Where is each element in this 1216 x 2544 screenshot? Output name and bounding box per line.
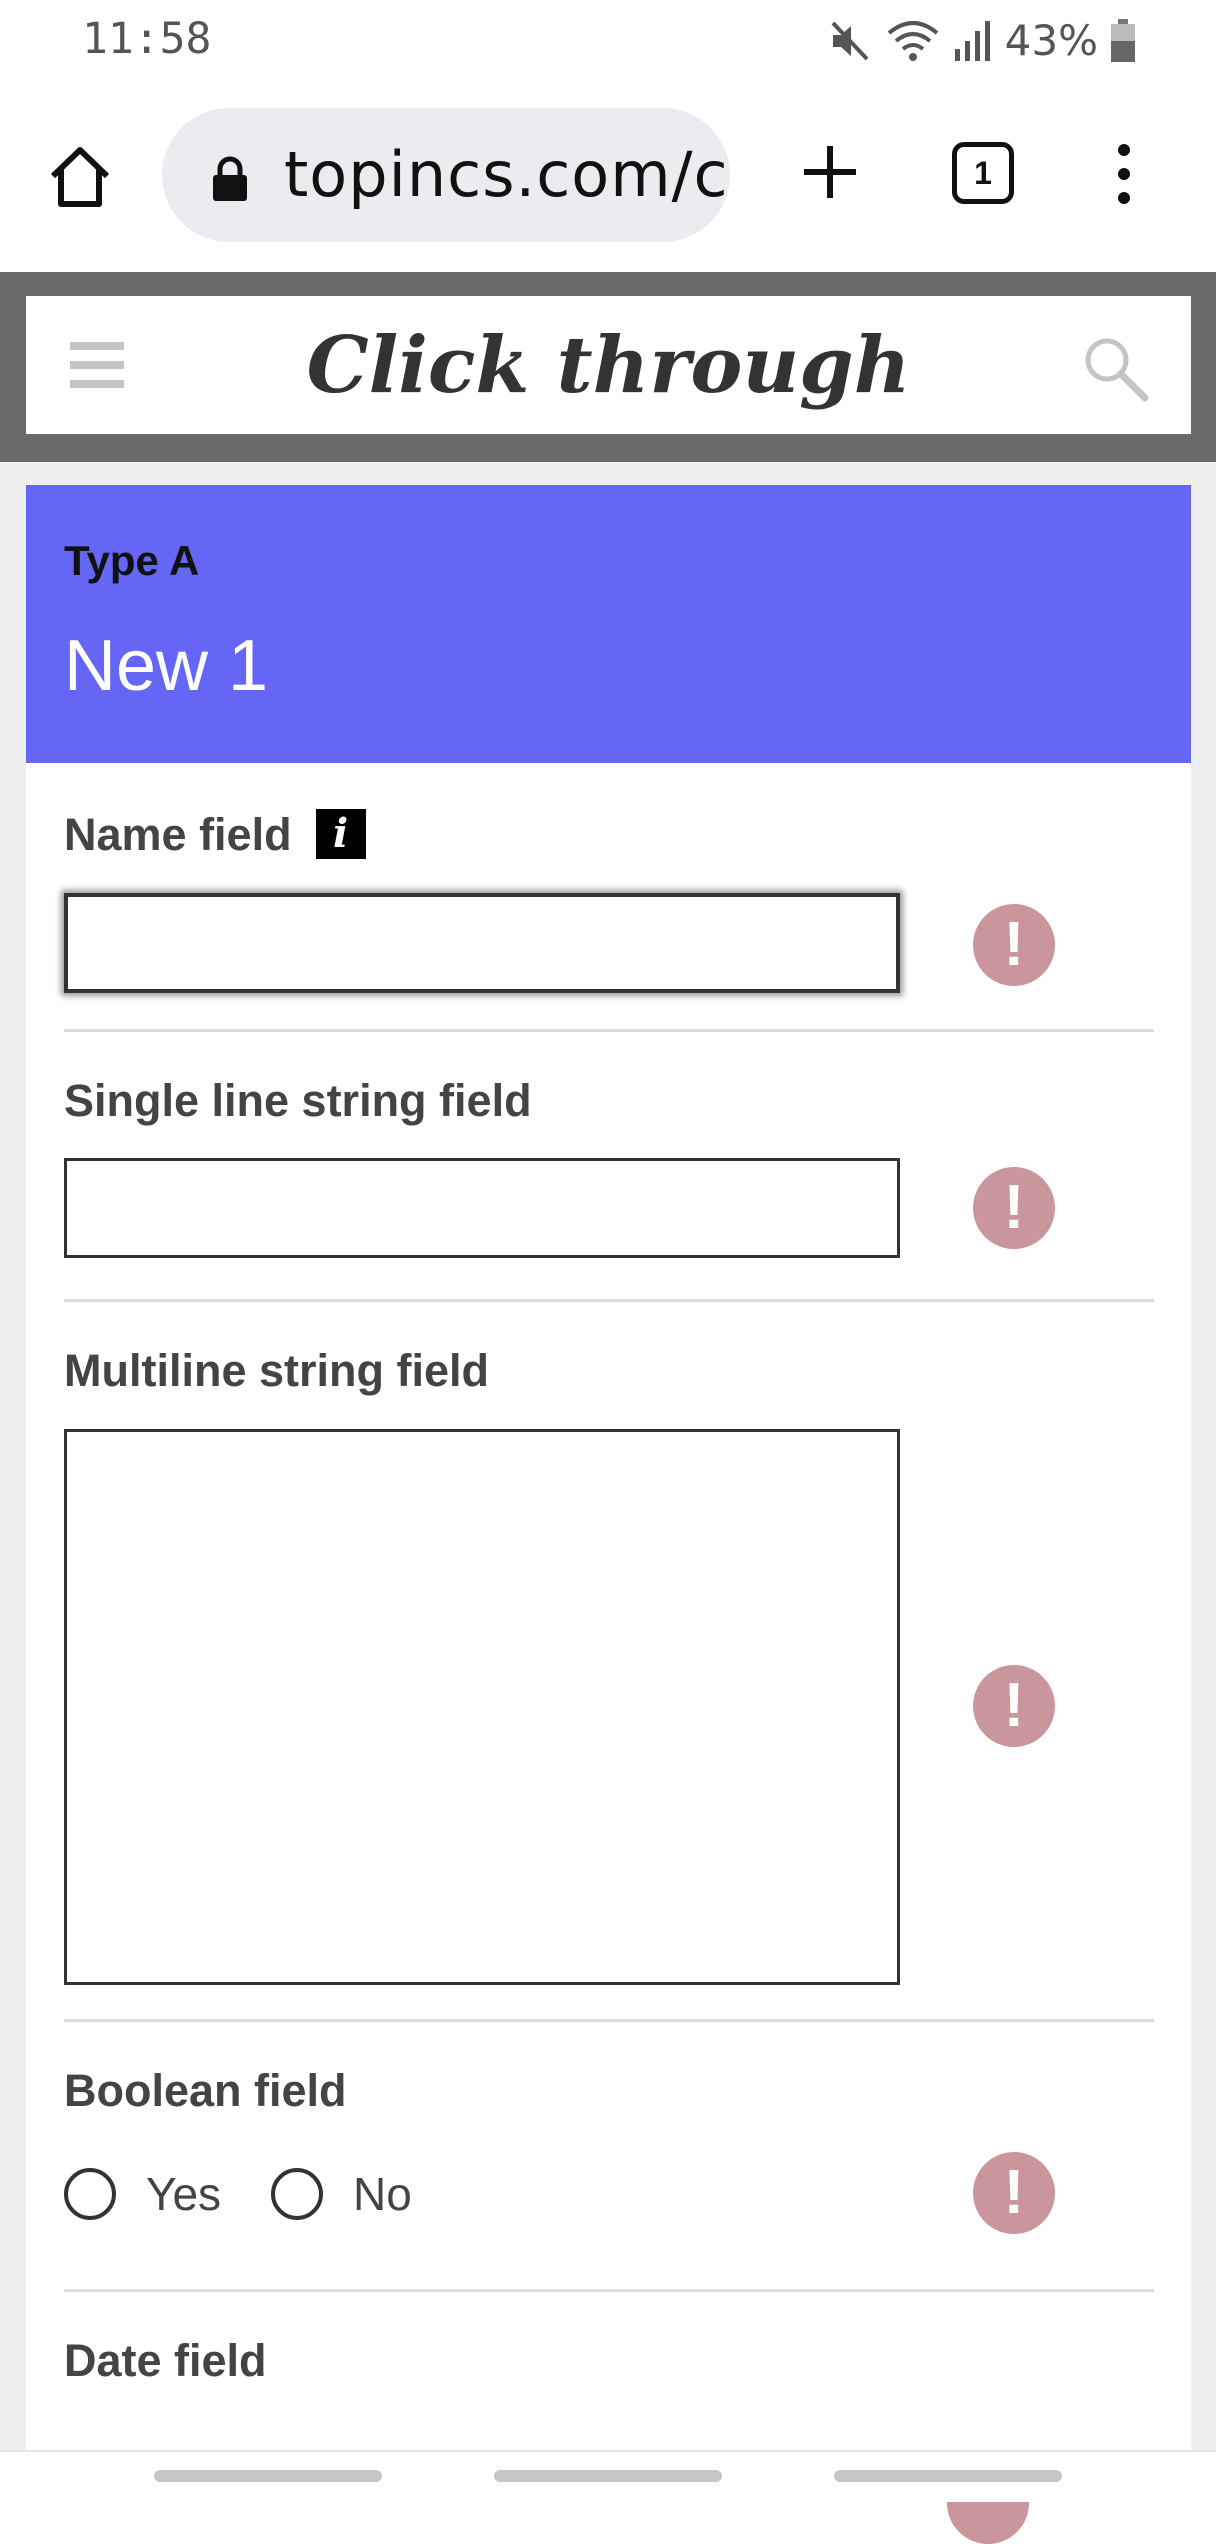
- multiline-field-row: Multiline string field !: [64, 1299, 1154, 2022]
- radio-no[interactable]: No: [271, 2167, 412, 2221]
- search-icon[interactable]: [1079, 332, 1151, 404]
- single-line-input[interactable]: [64, 1158, 900, 1258]
- app-header-frame: Click through: [0, 272, 1216, 462]
- warning-icon: !: [973, 904, 1055, 986]
- name-field-row: Name field i !: [64, 763, 1154, 1032]
- status-bar: 11:58 43%: [0, 0, 1216, 82]
- wifi-icon: [887, 20, 938, 61]
- multiline-textarea[interactable]: [64, 1429, 900, 1985]
- boolean-field-row: Boolean field Yes No !: [64, 2019, 1154, 2292]
- app-title: Click through: [306, 320, 911, 411]
- warning-icon: !: [973, 1665, 1055, 1747]
- more-vert-icon[interactable]: [1104, 142, 1144, 206]
- radio-yes[interactable]: Yes: [64, 2167, 221, 2221]
- gesture-navigation-bar: [0, 2450, 1216, 2502]
- gesture-recents[interactable]: [834, 2470, 1062, 2482]
- app-header: Click through: [26, 296, 1191, 434]
- url-text: topincs.com/c: [284, 138, 729, 211]
- card-type: Type A: [64, 537, 200, 584]
- single-line-field-row: Single line string field !: [64, 1029, 1154, 1302]
- single-line-field-label: Single line string field: [64, 1075, 532, 1126]
- date-field-label: Date field: [64, 2335, 267, 2386]
- form-card: Type A New 1 Name field i ! Single line s…: [26, 485, 1191, 2500]
- status-icons: 43%: [827, 16, 1136, 65]
- status-time: 11:58: [82, 14, 212, 64]
- multiline-field-label: Multiline string field: [64, 1345, 489, 1396]
- name-field-label: Name field i: [64, 809, 366, 863]
- plus-icon[interactable]: [798, 140, 862, 204]
- radio-circle-yes[interactable]: [64, 2168, 116, 2220]
- page: Click through Type A New 1 Name field i !…: [0, 272, 1216, 2544]
- card-header: Type A New 1: [26, 485, 1191, 763]
- radio-circle-no[interactable]: [271, 2168, 324, 2220]
- mute-icon: [831, 21, 869, 60]
- boolean-field-label: Boolean field: [64, 2065, 347, 2116]
- card-title: New 1: [64, 626, 269, 706]
- battery-icon: [1111, 18, 1135, 62]
- url-bar[interactable]: topincs.com/c: [162, 108, 730, 242]
- gesture-home[interactable]: [494, 2470, 722, 2482]
- signal-icon: [954, 20, 990, 61]
- radio-yes-label: Yes: [146, 2168, 222, 2220]
- home-icon[interactable]: [45, 142, 115, 212]
- browser-toolbar: topincs.com/c 1: [0, 82, 1216, 272]
- gesture-back[interactable]: [154, 2470, 382, 2482]
- lock-icon: [213, 156, 247, 201]
- tab-count: 1: [974, 154, 992, 191]
- tabs-icon[interactable]: 1: [952, 142, 1014, 204]
- warning-icon: !: [973, 2152, 1055, 2234]
- radio-no-label: No: [353, 2168, 412, 2220]
- boolean-radio-group: Yes No: [64, 2167, 462, 2221]
- warning-icon: !: [973, 1167, 1055, 1249]
- name-input[interactable]: [64, 893, 900, 993]
- name-field-label-text: Name field: [64, 809, 292, 860]
- info-icon[interactable]: i: [315, 809, 366, 860]
- battery-percent: 43%: [1004, 16, 1098, 65]
